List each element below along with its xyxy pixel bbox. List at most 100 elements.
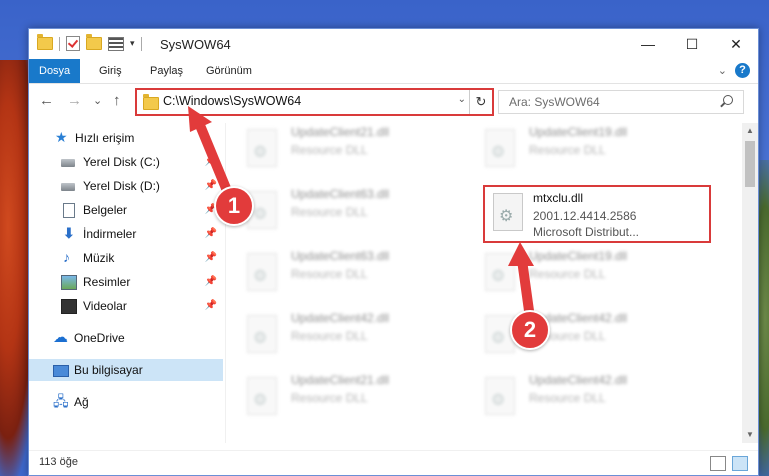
file-item[interactable]: UpdateClient42.dll Resource DLL bbox=[473, 309, 703, 363]
star-icon: ★ bbox=[55, 129, 68, 145]
new-folder-icon[interactable] bbox=[86, 34, 102, 50]
drive-icon bbox=[61, 159, 75, 167]
file-version: 2001.12.4414.2586 bbox=[533, 209, 637, 223]
file-item[interactable]: UpdateClient19.dll Resource DLL bbox=[473, 123, 703, 177]
file-description: Resource DLL bbox=[291, 329, 368, 343]
file-item-mtxclu[interactable]: mtxclu.dll 2001.12.4414.2586 Microsoft D… bbox=[483, 185, 711, 243]
navigation-pane: ★ Hızlı erişim Yerel Disk (C:) 📌 Yerel D… bbox=[29, 123, 223, 443]
forward-arrow-icon[interactable]: → bbox=[67, 92, 82, 109]
expand-ribbon-icon[interactable]: ⌄ bbox=[718, 64, 727, 77]
sidebar-item-onedrive[interactable]: ☁ OneDrive bbox=[29, 327, 223, 349]
pin-icon[interactable]: 📌 bbox=[205, 223, 217, 245]
file-name: UpdateClient21.dll bbox=[291, 125, 390, 139]
tab-giris[interactable]: Giriş bbox=[89, 59, 132, 83]
sidebar-item-disk-d[interactable]: Yerel Disk (D:) 📌 bbox=[29, 175, 223, 197]
file-item[interactable]: UpdateClient63.dll Resource DLL bbox=[235, 247, 465, 301]
address-dropdown-icon[interactable]: ⌄ bbox=[458, 94, 466, 105]
file-description: Resource DLL bbox=[291, 143, 368, 157]
sidebar-item-music[interactable]: ♪ Müzik 📌 bbox=[29, 247, 223, 269]
quick-access-toolbar: ▾ bbox=[37, 34, 142, 51]
dll-file-icon bbox=[493, 193, 523, 231]
file-name: UpdateClient19.dll bbox=[529, 249, 628, 263]
status-bar: 113 öğe bbox=[29, 450, 758, 475]
file-item[interactable]: UpdateClient19.dll Resource DLL bbox=[473, 247, 703, 301]
tab-gorunum[interactable]: Görünüm bbox=[196, 59, 262, 83]
dll-file-icon bbox=[247, 129, 277, 167]
sidebar-item-documents[interactable]: Belgeler 📌 bbox=[29, 199, 223, 221]
sidebar-item-videos[interactable]: Videolar 📌 bbox=[29, 295, 223, 317]
window-controls: — ☐ ✕ bbox=[626, 29, 758, 59]
sidebar-item-label: Müzik bbox=[83, 251, 115, 265]
search-icon[interactable] bbox=[723, 95, 733, 105]
folder-icon bbox=[37, 34, 53, 50]
address-folder-icon bbox=[143, 94, 159, 110]
customize-toolbar-icon[interactable] bbox=[108, 36, 124, 51]
pin-icon[interactable]: 📌 bbox=[205, 151, 217, 173]
search-box[interactable]: Ara: SysWOW64 bbox=[498, 90, 744, 114]
file-description: Resource DLL bbox=[291, 391, 368, 405]
file-description: Resource DLL bbox=[529, 267, 606, 281]
scroll-down-icon[interactable]: ▼ bbox=[742, 427, 758, 443]
step-badge-2: 2 bbox=[510, 310, 550, 350]
file-item[interactable]: UpdateClient63.dll Resource DLL bbox=[235, 185, 465, 239]
download-icon: ⬇ bbox=[63, 225, 75, 241]
file-name: UpdateClient21.dll bbox=[291, 373, 390, 387]
pin-icon[interactable]: 📌 bbox=[205, 175, 217, 197]
explorer-window: ▾ SysWOW64 — ☐ ✕ Dosya Giriş Paylaş Görü… bbox=[28, 28, 759, 476]
vertical-scrollbar[interactable]: ▲ ▼ bbox=[742, 123, 758, 443]
file-list: UpdateClient21.dll Resource DLL UpdateCl… bbox=[235, 123, 735, 443]
dll-file-icon bbox=[247, 315, 277, 353]
pane-divider[interactable] bbox=[225, 123, 226, 443]
sidebar-item-label: Resimler bbox=[83, 275, 131, 289]
details-view-icon[interactable] bbox=[710, 456, 726, 471]
file-name: UpdateClient42.dll bbox=[529, 373, 628, 387]
file-description: Resource DLL bbox=[291, 205, 368, 219]
dll-file-icon bbox=[247, 377, 277, 415]
tab-dosya[interactable]: Dosya bbox=[29, 59, 81, 83]
minimize-button[interactable]: — bbox=[626, 29, 670, 59]
sidebar-item-network[interactable]: 🖧 Ağ bbox=[29, 391, 223, 413]
file-item[interactable]: UpdateClient42.dll Resource DLL bbox=[235, 309, 465, 363]
computer-icon bbox=[53, 365, 69, 377]
help-icon[interactable]: ? bbox=[735, 63, 750, 78]
back-arrow-icon[interactable]: ← bbox=[39, 92, 54, 109]
dll-file-icon bbox=[485, 377, 515, 415]
sidebar-item-label: İndirmeler bbox=[83, 227, 137, 241]
toolbar-divider bbox=[140, 36, 142, 51]
scroll-thumb[interactable] bbox=[745, 141, 755, 187]
sidebar-item-quick-access[interactable]: ★ Hızlı erişim bbox=[29, 127, 223, 149]
pin-icon[interactable]: 📌 bbox=[205, 271, 217, 293]
maximize-button[interactable]: ☐ bbox=[670, 29, 714, 59]
properties-check-icon[interactable] bbox=[66, 36, 80, 51]
file-item[interactable]: UpdateClient21.dll Resource DLL bbox=[235, 371, 465, 425]
network-icon: 🖧 bbox=[53, 393, 69, 409]
recent-locations-icon[interactable]: ⌄ bbox=[93, 94, 102, 107]
up-arrow-icon[interactable]: ↑ bbox=[113, 92, 121, 109]
music-icon: ♪ bbox=[63, 249, 70, 265]
tiles-view-icon[interactable] bbox=[732, 456, 748, 471]
sidebar-item-label: Hızlı erişim bbox=[75, 131, 135, 145]
file-name: mtxclu.dll bbox=[533, 191, 584, 205]
file-item[interactable]: UpdateClient21.dll Resource DLL bbox=[235, 123, 465, 177]
file-description: Resource DLL bbox=[291, 267, 368, 281]
customize-dropdown-icon[interactable]: ▾ bbox=[130, 38, 135, 49]
tab-paylas[interactable]: Paylaş bbox=[140, 59, 193, 83]
title-bar: ▾ SysWOW64 — ☐ ✕ bbox=[29, 29, 758, 59]
sidebar-item-downloads[interactable]: ⬇ İndirmeler 📌 bbox=[29, 223, 223, 245]
sidebar-item-this-pc[interactable]: Bu bilgisayar bbox=[29, 359, 223, 381]
sidebar-item-pictures[interactable]: Resimler 📌 bbox=[29, 271, 223, 293]
sidebar-item-label: Videolar bbox=[83, 299, 127, 313]
address-bar[interactable]: C:\Windows\SysWOW64 ⌄ ↻ bbox=[135, 88, 494, 116]
file-item[interactable]: UpdateClient42.dll Resource DLL bbox=[473, 371, 703, 425]
pin-icon[interactable]: 📌 bbox=[205, 247, 217, 269]
refresh-icon[interactable]: ↻ bbox=[469, 90, 492, 114]
view-toggle bbox=[710, 456, 748, 471]
close-button[interactable]: ✕ bbox=[714, 29, 758, 59]
sidebar-item-disk-c[interactable]: Yerel Disk (C:) 📌 bbox=[29, 151, 223, 173]
pin-icon[interactable]: 📌 bbox=[205, 295, 217, 317]
file-name: UpdateClient19.dll bbox=[529, 125, 628, 139]
navigation-bar: ← → ⌄ ↑ C:\Windows\SysWOW64 ⌄ ↻ Ara: Sys… bbox=[29, 86, 758, 116]
scroll-up-icon[interactable]: ▲ bbox=[742, 123, 758, 139]
file-name: UpdateClient42.dll bbox=[291, 311, 390, 325]
address-path[interactable]: C:\Windows\SysWOW64 bbox=[163, 94, 301, 108]
